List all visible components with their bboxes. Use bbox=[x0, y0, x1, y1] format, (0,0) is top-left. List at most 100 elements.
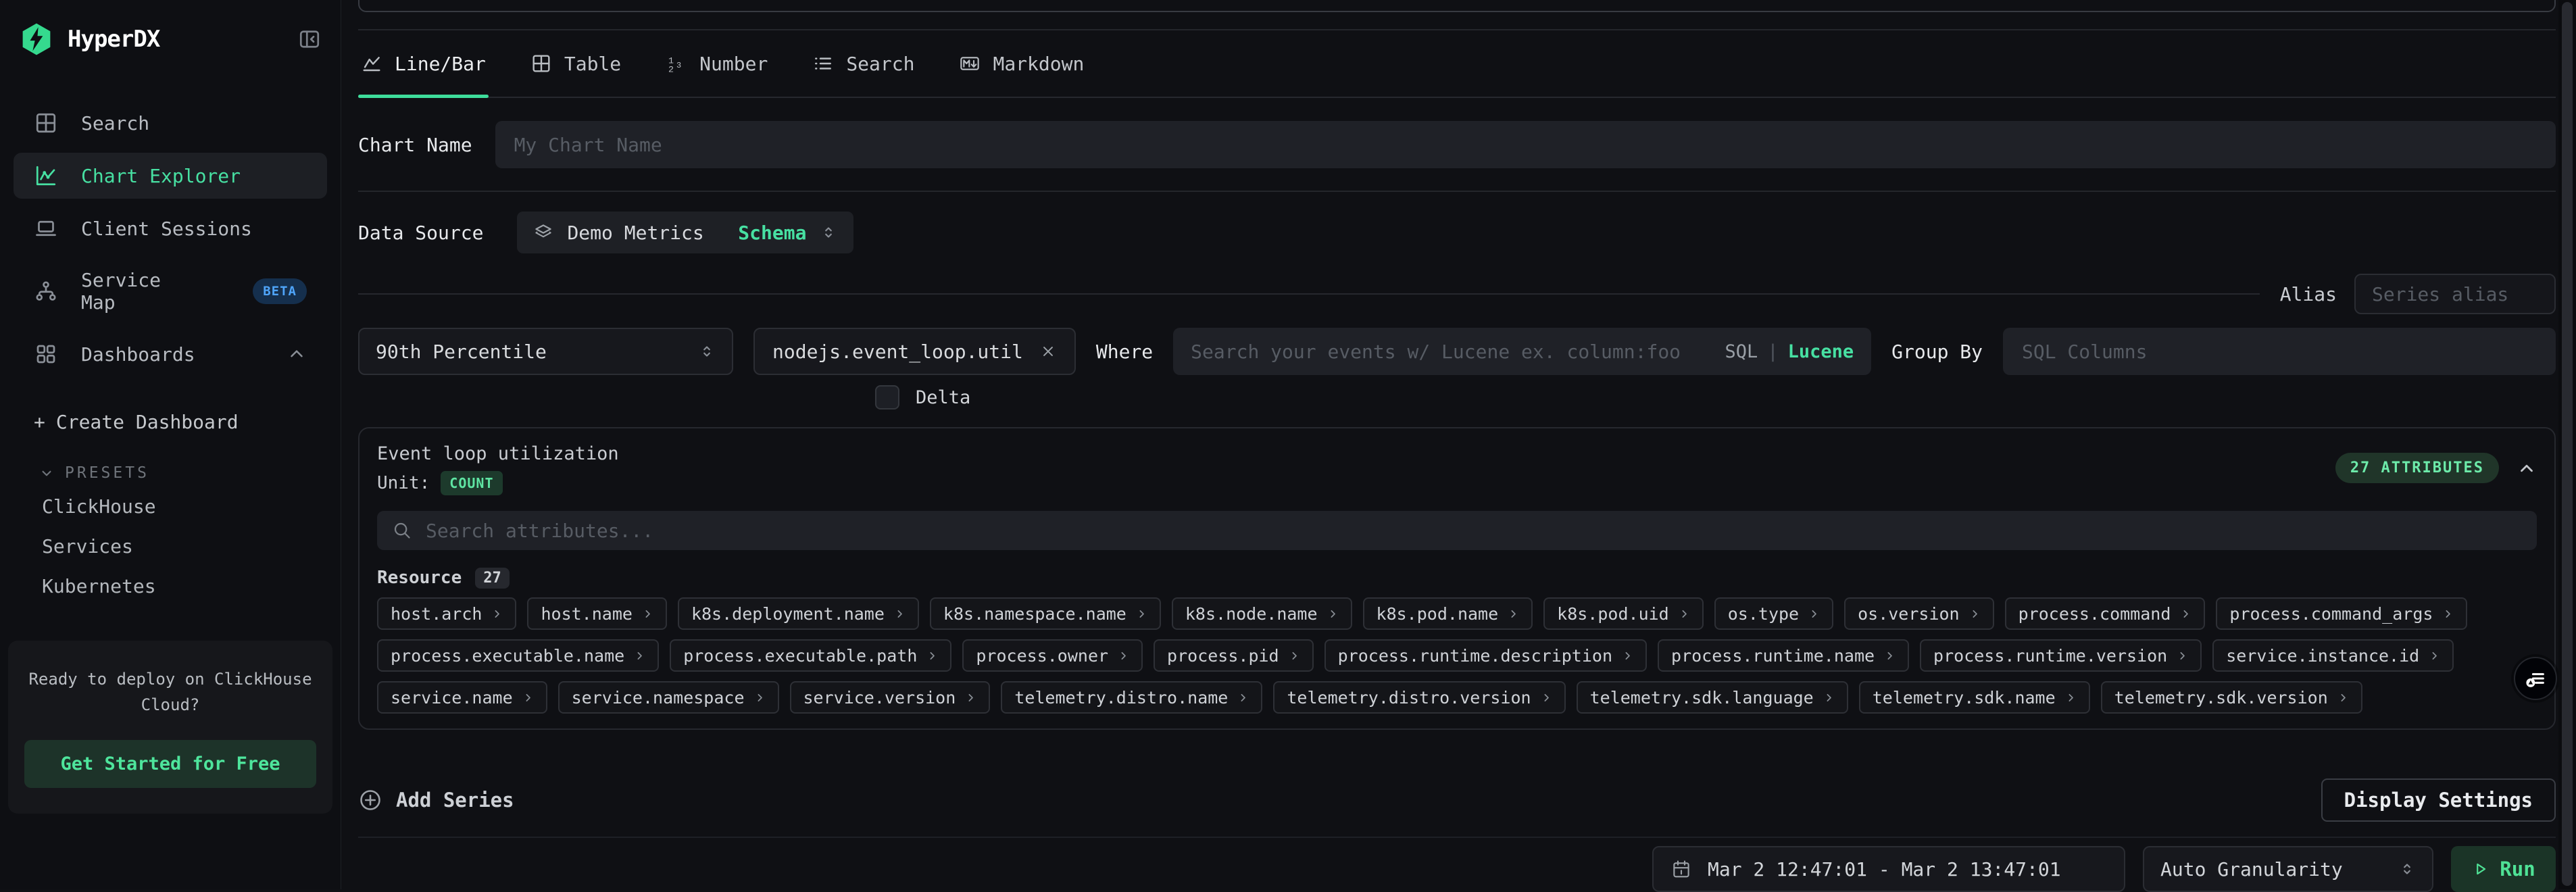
sidebar-item-client-sessions[interactable]: Client Sessions bbox=[14, 205, 327, 251]
sql-option[interactable]: SQL bbox=[1725, 341, 1758, 362]
layers-icon bbox=[533, 222, 553, 243]
granularity-value: Auto Granularity bbox=[2160, 858, 2343, 881]
attribute-chip[interactable]: os.type bbox=[1714, 597, 1833, 630]
attribute-chip[interactable]: telemetry.sdk.language bbox=[1577, 681, 1848, 714]
attribute-chip[interactable]: service.instance.id bbox=[2212, 639, 2454, 672]
sidebar-item-dashboards[interactable]: Dashboards bbox=[14, 331, 327, 377]
attribute-chip[interactable]: os.version bbox=[1844, 597, 1994, 630]
where-input[interactable] bbox=[1191, 341, 1711, 363]
attribute-chip-label: telemetry.sdk.name bbox=[1873, 688, 2056, 708]
attribute-chip-label: k8s.node.name bbox=[1185, 604, 1318, 624]
attribute-chip[interactable]: service.name bbox=[377, 681, 547, 714]
alias-input[interactable] bbox=[2372, 283, 2538, 305]
chevron-right-icon bbox=[1808, 608, 1820, 620]
get-started-button[interactable]: Get Started for Free bbox=[24, 740, 316, 788]
chart-name-label: Chart Name bbox=[358, 134, 472, 156]
tab-search[interactable]: Search bbox=[810, 30, 917, 97]
where-field: SQL | Lucene bbox=[1173, 328, 1871, 375]
chart-name-input[interactable] bbox=[514, 134, 2537, 156]
run-button[interactable]: Run bbox=[2451, 846, 2556, 892]
schema-link[interactable]: Schema bbox=[738, 222, 806, 244]
promo-message: Ready to deploy on ClickHouse Cloud? bbox=[24, 666, 316, 718]
display-settings-button[interactable]: Display Settings bbox=[2321, 778, 2556, 822]
group-by-input[interactable] bbox=[2022, 341, 2537, 363]
metric-name: nodejs.event_loop.util bbox=[772, 341, 1023, 363]
attribute-chip-label: process.command bbox=[2018, 604, 2171, 624]
aggregation-select[interactable]: 90th Percentile bbox=[358, 328, 733, 375]
tab-number[interactable]: 1 2 3 Number bbox=[663, 30, 770, 97]
tab-line-bar[interactable]: Line/Bar bbox=[358, 30, 489, 97]
chevron-right-icon bbox=[965, 692, 976, 703]
attribute-chip[interactable]: process.pid bbox=[1154, 639, 1314, 672]
chart-name-field bbox=[495, 121, 2556, 168]
chevron-right-icon bbox=[1136, 608, 1147, 620]
granularity-select[interactable]: Auto Granularity bbox=[2143, 846, 2433, 892]
svg-text:2: 2 bbox=[668, 66, 674, 74]
attribute-chip[interactable]: process.command bbox=[2005, 597, 2206, 630]
query-language-toggle[interactable]: SQL | Lucene bbox=[1725, 341, 1854, 362]
data-source-select[interactable]: Demo Metrics Schema bbox=[517, 212, 853, 253]
attribute-chip[interactable]: telemetry.distro.name bbox=[1001, 681, 1262, 714]
metric-chip[interactable]: nodejs.event_loop.util bbox=[753, 328, 1076, 375]
attribute-chip[interactable]: process.command_args bbox=[2216, 597, 2467, 630]
collapse-sidebar-icon[interactable] bbox=[297, 27, 322, 51]
main-content: Line/Bar Table 1 2 3 Number bbox=[341, 0, 2576, 889]
svg-text:3: 3 bbox=[676, 61, 681, 70]
resource-group-row: Resource 27 bbox=[377, 566, 2537, 589]
date-range-picker[interactable]: Mar 2 12:47:01 - Mar 2 13:47:01 bbox=[1652, 846, 2125, 892]
attribute-chip[interactable]: process.owner bbox=[962, 639, 1143, 672]
sidebar-item-search[interactable]: Search bbox=[14, 100, 327, 146]
number-123-icon: 1 2 3 bbox=[666, 53, 687, 74]
attribute-chip-label: telemetry.sdk.version bbox=[2114, 688, 2328, 708]
sidebar-item-service-map[interactable]: Service Map BETA bbox=[14, 258, 327, 324]
attribute-chip[interactable]: process.runtime.name bbox=[1658, 639, 1909, 672]
attribute-chip[interactable]: process.executable.path bbox=[670, 639, 951, 672]
close-icon[interactable] bbox=[1039, 343, 1057, 360]
search-icon bbox=[392, 520, 412, 541]
tab-table[interactable]: Table bbox=[528, 30, 624, 97]
preset-services[interactable]: Services bbox=[0, 527, 341, 566]
lucene-option[interactable]: Lucene bbox=[1788, 341, 1854, 362]
chevron-down-icon bbox=[38, 464, 55, 482]
attribute-chip[interactable]: k8s.node.name bbox=[1172, 597, 1352, 630]
chevron-right-icon bbox=[926, 650, 938, 662]
attribute-chip[interactable]: k8s.namespace.name bbox=[930, 597, 1161, 630]
attribute-chip-label: service.namespace bbox=[572, 688, 745, 708]
attribute-chip[interactable]: host.name bbox=[527, 597, 666, 630]
attribute-chip[interactable]: k8s.deployment.name bbox=[678, 597, 919, 630]
whats-new-widget-button[interactable] bbox=[2514, 657, 2557, 700]
where-label: Where bbox=[1096, 341, 1153, 363]
attribute-chip[interactable]: service.version bbox=[790, 681, 991, 714]
attribute-chip[interactable]: k8s.pod.name bbox=[1363, 597, 1533, 630]
chevron-up-icon bbox=[287, 344, 307, 364]
chevrons-up-down-icon bbox=[698, 343, 716, 360]
preset-clickhouse[interactable]: ClickHouse bbox=[0, 487, 341, 526]
circle-plus-icon bbox=[358, 788, 382, 812]
presets-header[interactable]: PRESETS bbox=[0, 464, 341, 482]
chevron-right-icon bbox=[1679, 608, 1690, 620]
chevrons-up-down-icon bbox=[2398, 860, 2416, 878]
tab-markdown[interactable]: Markdown bbox=[956, 30, 1087, 97]
attribute-chip[interactable]: process.runtime.description bbox=[1324, 639, 1647, 672]
create-dashboard-button[interactable]: + Create Dashboard bbox=[0, 411, 341, 433]
hyperdx-logo-icon[interactable] bbox=[19, 22, 54, 57]
attribute-chip[interactable]: telemetry.sdk.name bbox=[1859, 681, 2090, 714]
chevron-right-icon bbox=[1237, 692, 1249, 703]
attribute-chip[interactable]: telemetry.sdk.version bbox=[2101, 681, 2362, 714]
add-series-button[interactable]: Add Series bbox=[358, 788, 514, 812]
attribute-chip[interactable]: process.runtime.version bbox=[1920, 639, 2202, 672]
collapse-panel-chevron-up-icon[interactable] bbox=[2517, 458, 2537, 478]
delta-checkbox[interactable] bbox=[875, 385, 899, 410]
attribute-search-input[interactable] bbox=[426, 520, 2522, 542]
attribute-chip[interactable]: telemetry.distro.version bbox=[1273, 681, 1565, 714]
attribute-chip-label: service.version bbox=[803, 688, 956, 708]
attribute-chip-label: process.pid bbox=[1167, 646, 1279, 666]
scrollbar-thumb[interactable] bbox=[2562, 2, 2573, 886]
sidebar-item-chart-explorer[interactable]: Chart Explorer bbox=[14, 153, 327, 199]
attribute-chip[interactable]: host.arch bbox=[377, 597, 516, 630]
preset-kubernetes[interactable]: Kubernetes bbox=[0, 567, 341, 605]
delta-label[interactable]: Delta bbox=[916, 387, 970, 408]
attribute-chip[interactable]: process.executable.name bbox=[377, 639, 659, 672]
attribute-chip[interactable]: k8s.pod.uid bbox=[1543, 597, 1704, 630]
attribute-chip[interactable]: service.namespace bbox=[558, 681, 779, 714]
